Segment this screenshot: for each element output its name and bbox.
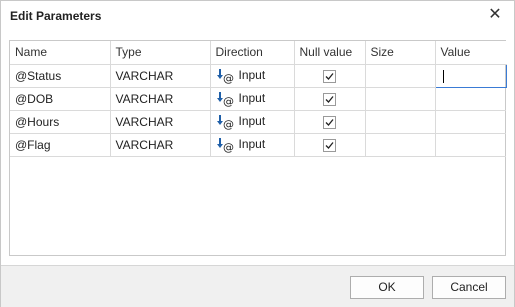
dialog-title: Edit Parameters: [10, 9, 102, 23]
param-name-cell[interactable]: @DOB: [10, 86, 111, 111]
param-direction-cell[interactable]: @ Input: [209, 86, 295, 111]
param-direction-cell[interactable]: @ Input: [209, 109, 295, 134]
ok-button[interactable]: OK: [350, 276, 424, 299]
table-row[interactable]: @Hours VARCHAR @ Input: [10, 109, 506, 134]
svg-text:@: @: [223, 141, 234, 153]
param-size-cell[interactable]: [364, 132, 436, 157]
param-name-cell[interactable]: @Status: [10, 63, 111, 88]
svg-text:@: @: [223, 95, 234, 107]
column-header-null-value[interactable]: Null value: [293, 41, 366, 65]
param-size-cell[interactable]: [364, 63, 436, 88]
null-value-checkbox[interactable]: [323, 115, 336, 129]
edit-parameters-dialog: Edit Parameters ✕ Name Type Direction Nu…: [0, 0, 515, 307]
param-type-cell[interactable]: VARCHAR: [109, 63, 211, 88]
close-icon[interactable]: ✕: [488, 7, 502, 23]
text-caret: [442, 69, 444, 83]
column-header-value[interactable]: Value: [434, 41, 506, 65]
direction-label: Input: [238, 113, 266, 128]
input-direction-icon: @: [216, 114, 236, 131]
title-bar: Edit Parameters ✕: [1, 1, 514, 31]
checkmark-icon: [325, 72, 334, 80]
param-type-cell[interactable]: VARCHAR: [109, 132, 211, 157]
param-name-cell[interactable]: @Flag: [10, 132, 111, 157]
param-value-cell[interactable]: [434, 63, 507, 88]
direction-label: Input: [238, 67, 266, 82]
null-value-cell[interactable]: [293, 86, 366, 111]
param-type-cell[interactable]: VARCHAR: [109, 109, 211, 134]
table-row[interactable]: @Flag VARCHAR @ Input: [10, 132, 506, 157]
param-size-cell[interactable]: [364, 109, 436, 134]
param-name-cell[interactable]: @Hours: [10, 109, 111, 134]
column-header-direction[interactable]: Direction: [209, 41, 295, 65]
input-direction-icon: @: [216, 137, 236, 154]
column-header-type[interactable]: Type: [109, 41, 211, 65]
checkmark-icon: [325, 118, 334, 126]
null-value-checkbox[interactable]: [323, 138, 336, 152]
checkmark-icon: [325, 141, 334, 149]
null-value-checkbox[interactable]: [323, 69, 336, 83]
param-value-cell[interactable]: [434, 109, 506, 134]
column-header-size[interactable]: Size: [364, 41, 436, 65]
cancel-button[interactable]: Cancel: [432, 276, 506, 299]
param-type-cell[interactable]: VARCHAR: [109, 86, 211, 111]
null-value-cell[interactable]: [293, 109, 366, 134]
null-value-cell[interactable]: [293, 132, 366, 157]
column-header-name[interactable]: Name: [10, 41, 111, 65]
table-row[interactable]: @DOB VARCHAR @ Input: [10, 86, 506, 111]
header-row: Name Type Direction Null value Size Valu…: [10, 41, 506, 65]
svg-text:@: @: [223, 118, 234, 130]
param-direction-cell[interactable]: @ Input: [209, 63, 295, 88]
parameters-table: Name Type Direction Null value Size Valu…: [10, 41, 507, 157]
param-value-cell[interactable]: [434, 132, 506, 157]
input-direction-icon: @: [216, 68, 236, 85]
null-value-cell[interactable]: [293, 63, 366, 88]
param-size-cell[interactable]: [364, 86, 436, 111]
param-direction-cell[interactable]: @ Input: [209, 132, 295, 157]
input-direction-icon: @: [216, 91, 236, 108]
button-bar: OK Cancel: [1, 265, 514, 307]
checkmark-icon: [325, 95, 334, 103]
param-value-cell[interactable]: [434, 86, 506, 111]
direction-label: Input: [238, 90, 266, 105]
parameters-grid: Name Type Direction Null value Size Valu…: [9, 40, 507, 256]
null-value-checkbox[interactable]: [323, 92, 336, 106]
svg-text:@: @: [223, 72, 234, 84]
table-row[interactable]: @Status VARCHAR @ Input: [10, 63, 507, 88]
direction-label: Input: [238, 136, 266, 151]
